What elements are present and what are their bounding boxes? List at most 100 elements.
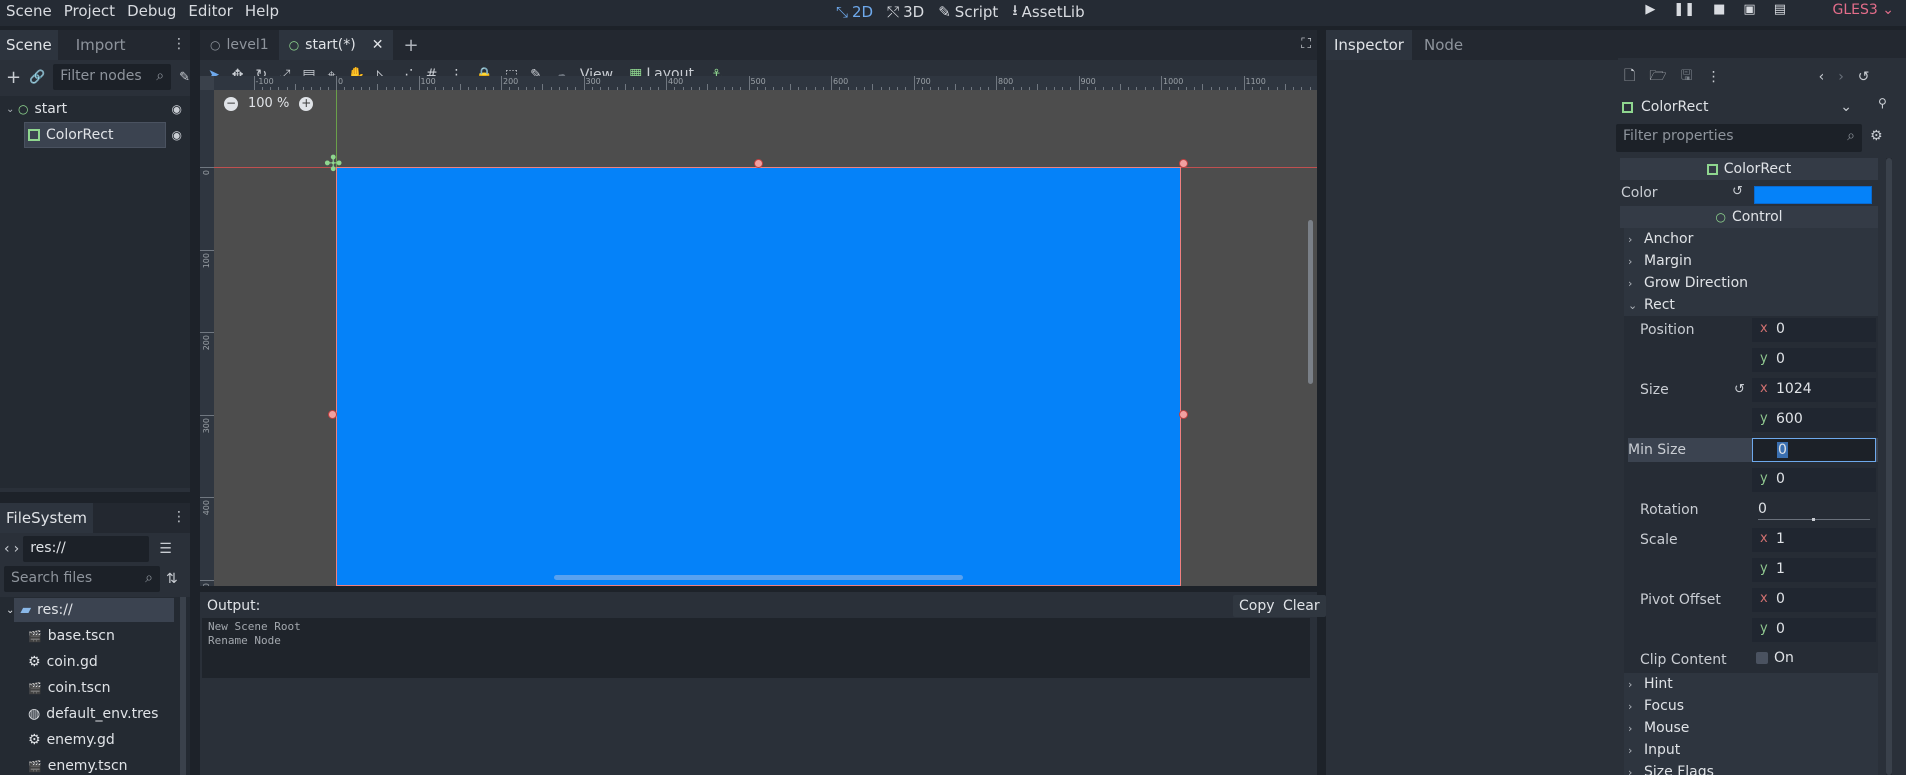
inspector-scrollbar[interactable]	[1886, 158, 1892, 775]
menu-help[interactable]: Help	[239, 0, 285, 26]
renderer-select[interactable]: GLES3 ⌄	[1833, 2, 1894, 18]
filter-properties-input[interactable]: Filter properties ⌕	[1616, 124, 1862, 152]
copy-button[interactable]: Copy	[1233, 595, 1281, 617]
tab-start[interactable]: ○ start(*) ✕	[278, 30, 394, 60]
revert-icon[interactable]: ↺	[1734, 382, 1745, 397]
pivot-offset-x-field[interactable]: x0	[1752, 588, 1876, 612]
search-files-input[interactable]: Search files ⌕	[4, 566, 160, 592]
menu-scene[interactable]: Scene	[0, 0, 58, 26]
color-rect[interactable]	[336, 167, 1181, 586]
file-item[interactable]: 🎬 enemy.tscn	[0, 753, 190, 775]
group-anchor[interactable]: › Anchor	[1624, 228, 1878, 250]
clear-button[interactable]: Clear	[1277, 595, 1326, 617]
mode-script-button[interactable]: ✎ Script	[938, 3, 998, 21]
filter-nodes-input[interactable]: Filter nodes ⌕	[53, 64, 172, 90]
filesystem-scrollbar[interactable]	[180, 597, 186, 775]
sort-icon[interactable]: ⇅	[166, 571, 178, 587]
file-item[interactable]: 🎬 base.tscn	[0, 623, 190, 649]
group-rect[interactable]: ⌄ Rect	[1624, 294, 1878, 316]
anchor-icon[interactable]: ✣	[324, 154, 342, 176]
menu-editor[interactable]: Editor	[182, 0, 238, 26]
file-item[interactable]: ⚙ coin.gd	[0, 649, 190, 675]
output-log[interactable]: New Scene Root Rename Node	[202, 618, 1310, 678]
mode-assetlib-button[interactable]: ⭳ AssetLib	[1012, 0, 1084, 25]
size-x-field[interactable]: x 1024	[1752, 378, 1876, 402]
tab-scene[interactable]: Scene	[0, 30, 58, 60]
pivot-offset-y-field[interactable]: y0	[1752, 618, 1876, 642]
file-item[interactable]: ⚙ enemy.gd	[0, 727, 190, 753]
clip-content-checkbox[interactable]: On	[1756, 650, 1794, 666]
mode-3d-button[interactable]: ⤲ 3D	[887, 3, 924, 21]
tree-node-start[interactable]: ⌄ ○ start ◉	[0, 96, 190, 122]
rotation-slider[interactable]: 0	[1752, 498, 1876, 522]
chevron-left-icon[interactable]: ‹	[1819, 69, 1825, 85]
play-scene-icon[interactable]: ▣	[1743, 2, 1755, 17]
vertical-scrollbar[interactable]	[1308, 220, 1313, 384]
play-icon[interactable]: ▶	[1645, 2, 1655, 17]
group-grow-direction[interactable]: › Grow Direction	[1624, 272, 1878, 294]
tab-level1[interactable]: ○ level1	[200, 30, 279, 60]
group-mouse[interactable]: › Mouse	[1624, 717, 1878, 739]
menu-debug[interactable]: Debug	[121, 0, 182, 26]
scale-y-field[interactable]: y1	[1752, 558, 1876, 582]
zoom-in-icon[interactable]: +	[299, 96, 314, 111]
close-icon[interactable]: ✕	[372, 37, 384, 53]
chevron-left-icon[interactable]: ‹	[4, 541, 10, 557]
section-control[interactable]: ○ Control	[1620, 206, 1878, 228]
file-item[interactable]: 🎬 coin.tscn	[0, 675, 190, 701]
min-size-x-field[interactable]: 0	[1752, 438, 1876, 462]
revert-icon[interactable]: ↺	[1732, 184, 1743, 199]
tab-node[interactable]: Node	[1418, 30, 1469, 60]
mode-2d-button[interactable]: ⤡ 2D	[836, 3, 873, 21]
group-size-flags[interactable]: › Size Flags	[1624, 761, 1878, 775]
menu-project[interactable]: Project	[58, 0, 121, 26]
group-margin[interactable]: › Margin	[1624, 250, 1878, 272]
tab-import[interactable]: Import	[70, 30, 132, 60]
resize-handle-right[interactable]	[1179, 410, 1188, 419]
zoom-level[interactable]: 100 %	[248, 96, 289, 111]
link-icon[interactable]: 🔗	[29, 70, 45, 85]
tree-node-colorrect[interactable]: ColorRect ◉	[0, 122, 190, 148]
group-focus[interactable]: › Focus	[1624, 695, 1878, 717]
scale-x-field[interactable]: x1	[1752, 528, 1876, 552]
color-swatch[interactable]	[1754, 186, 1872, 204]
add-node-icon[interactable]: +	[6, 67, 21, 88]
add-tab-icon[interactable]: +	[403, 35, 418, 56]
open-folder-icon[interactable]: 🗁	[1649, 65, 1666, 89]
split-mode-icon[interactable]: ☰	[159, 541, 172, 557]
path-input[interactable]: res://	[23, 536, 150, 562]
position-x-field[interactable]: x0	[1752, 318, 1876, 342]
chevron-right-icon[interactable]: ›	[1838, 69, 1844, 85]
visibility-eye-icon[interactable]: ◉	[172, 102, 182, 116]
horizontal-scrollbar[interactable]	[554, 575, 963, 580]
resize-handle-top-right[interactable]	[1179, 159, 1188, 168]
file-item[interactable]: ◍ default_env.tres	[0, 701, 190, 727]
chevron-right-icon[interactable]: ›	[14, 541, 20, 557]
stop-icon[interactable]: ■	[1713, 2, 1725, 17]
viewport-2d[interactable]: ✣ − 100 % +	[200, 90, 1317, 586]
property-options-icon[interactable]: ⚙	[1870, 128, 1883, 144]
tab-inspector[interactable]: Inspector	[1326, 30, 1412, 60]
pause-icon[interactable]: ❚❚	[1673, 2, 1695, 17]
history-icon[interactable]: ↺	[1858, 69, 1870, 85]
position-y-field[interactable]: y0	[1752, 348, 1876, 372]
filesystem-menu-icon[interactable]: ⋮	[172, 509, 186, 525]
resize-handle-top[interactable]	[754, 159, 763, 168]
save-icon[interactable]: 🖫	[1681, 65, 1693, 89]
min-size-y-field[interactable]: y0	[1752, 468, 1876, 492]
object-selector[interactable]: ColorRect ⌄	[1618, 96, 1856, 118]
group-hint[interactable]: › Hint	[1624, 673, 1878, 695]
file-root[interactable]: ⌄ ▰ res://	[0, 597, 190, 623]
tab-filesystem[interactable]: FileSystem	[0, 503, 94, 533]
more-options-icon[interactable]: ⋮	[1707, 69, 1721, 85]
script-attach-icon[interactable]: ✎	[179, 70, 190, 85]
section-colorrect[interactable]: ColorRect	[1620, 158, 1878, 180]
resize-handle-left[interactable]	[328, 410, 337, 419]
docs-icon[interactable]: ⚲	[1878, 96, 1887, 110]
visibility-eye-icon[interactable]: ◉	[172, 128, 182, 142]
play-custom-scene-icon[interactable]: ▤	[1774, 2, 1786, 17]
new-resource-icon[interactable]: 🗋	[1624, 65, 1635, 89]
fullscreen-icon[interactable]: ⛶	[1301, 36, 1311, 52]
group-input[interactable]: › Input	[1624, 739, 1878, 761]
scene-dock-menu-icon[interactable]: ⋮	[172, 36, 186, 52]
